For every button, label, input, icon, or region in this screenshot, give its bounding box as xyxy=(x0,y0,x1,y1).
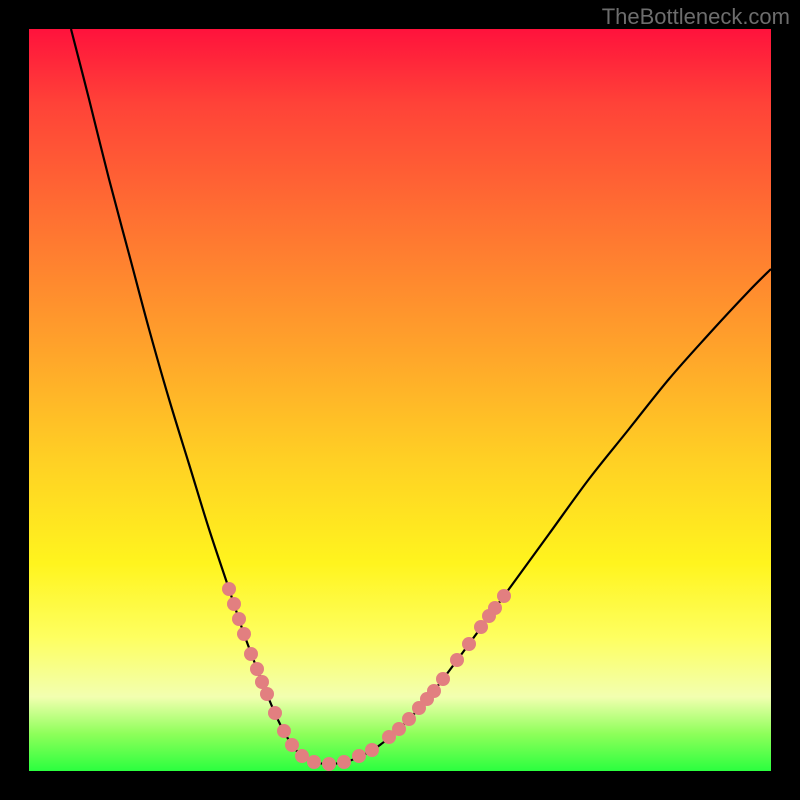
curve-marker xyxy=(244,647,258,661)
chart-svg xyxy=(29,29,771,771)
curve-marker xyxy=(307,755,321,769)
bottleneck-curve xyxy=(71,29,771,764)
curve-marker xyxy=(436,672,450,686)
curve-marker xyxy=(322,757,336,771)
curve-marker xyxy=(260,687,274,701)
curve-marker xyxy=(365,743,379,757)
curve-marker xyxy=(268,706,282,720)
curve-marker xyxy=(488,601,502,615)
curve-marker xyxy=(222,582,236,596)
curve-marker xyxy=(255,675,269,689)
curve-marker xyxy=(462,637,476,651)
curve-marker xyxy=(337,755,351,769)
curve-marker xyxy=(497,589,511,603)
curve-marker xyxy=(237,627,251,641)
curve-marker xyxy=(250,662,264,676)
chart-frame: TheBottleneck.com xyxy=(0,0,800,800)
curve-marker xyxy=(295,749,309,763)
curve-marker xyxy=(352,749,366,763)
marker-group xyxy=(222,582,511,771)
curve-marker xyxy=(392,722,406,736)
curve-marker xyxy=(227,597,241,611)
curve-marker xyxy=(285,738,299,752)
curve-marker xyxy=(450,653,464,667)
curve-marker xyxy=(232,612,246,626)
curve-marker xyxy=(277,724,291,738)
curve-marker xyxy=(427,684,441,698)
watermark-text: TheBottleneck.com xyxy=(602,4,790,30)
curve-marker xyxy=(402,712,416,726)
